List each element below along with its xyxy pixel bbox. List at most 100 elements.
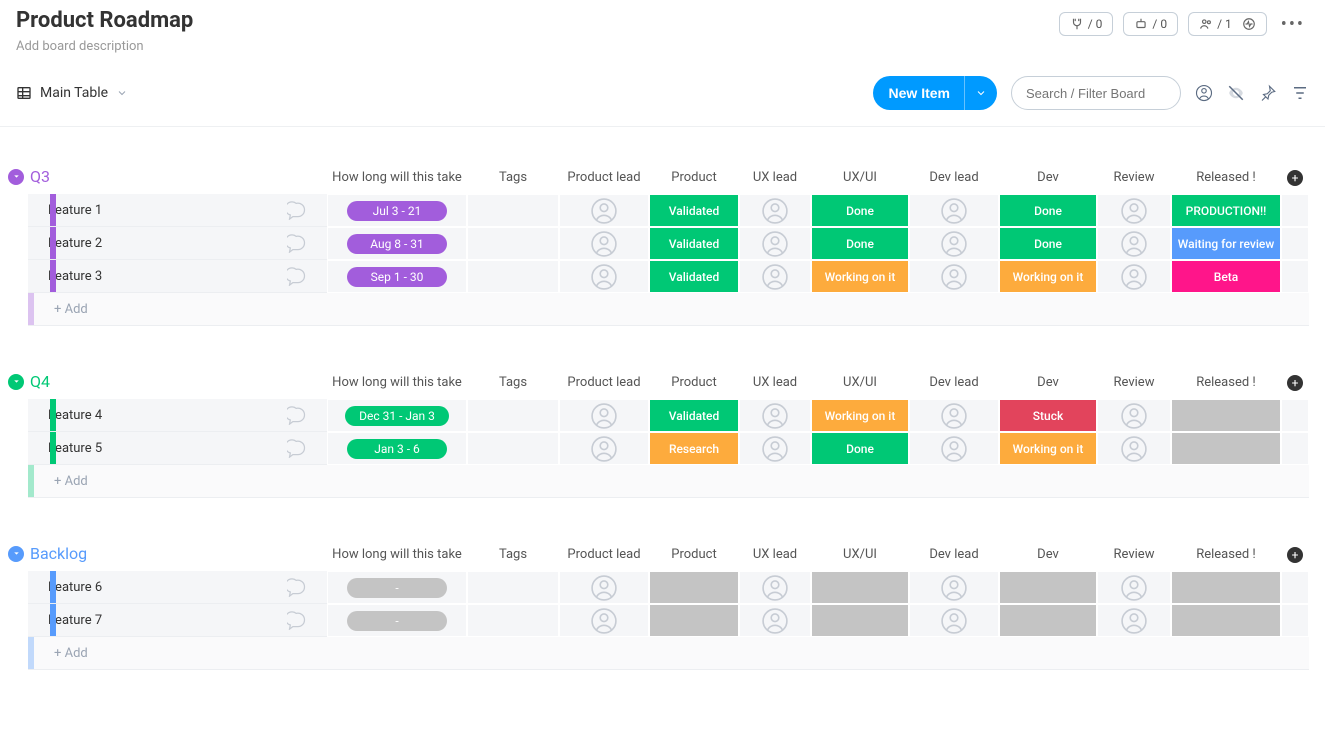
column-header[interactable]: Product [649, 170, 739, 186]
status-cell[interactable]: Done [1000, 195, 1096, 226]
column-header[interactable]: Dev lead [909, 375, 999, 391]
column-header[interactable]: Product [649, 547, 739, 563]
header-badge-1[interactable]: / 0 [1059, 12, 1114, 36]
person-cell[interactable] [559, 432, 649, 465]
status-cell[interactable] [650, 572, 738, 603]
status-cell[interactable] [812, 572, 908, 603]
person-cell[interactable] [739, 571, 811, 604]
column-header[interactable]: UX/UI [811, 547, 909, 563]
group-collapse[interactable] [8, 374, 24, 390]
new-item-dropdown[interactable] [964, 76, 997, 110]
status-cell[interactable] [1172, 605, 1280, 636]
group-title[interactable]: Q4 [30, 372, 50, 391]
column-header[interactable]: Product lead [559, 547, 649, 563]
column-header[interactable]: UX/UI [811, 170, 909, 186]
person-cell[interactable] [559, 571, 649, 604]
tags-cell[interactable] [467, 604, 559, 637]
person-cell[interactable] [739, 194, 811, 227]
board-description[interactable]: Add board description [16, 39, 193, 54]
add-item[interactable]: + Add [28, 465, 352, 498]
new-item-button[interactable]: New Item [873, 76, 997, 110]
status-cell[interactable]: Working on it [1000, 261, 1096, 292]
status-cell[interactable]: PRODUCTION!! [1172, 195, 1280, 226]
status-cell[interactable]: Validated [650, 400, 738, 431]
item-name[interactable]: Feature 5 [28, 432, 327, 465]
item-name[interactable]: Feature 4 [28, 399, 327, 432]
comment-icon[interactable] [287, 438, 307, 458]
column-header[interactable]: Review [1097, 375, 1171, 391]
timeline-pill[interactable]: Aug 8 - 31 [347, 234, 447, 254]
status-cell[interactable]: Validated [650, 228, 738, 259]
person-cell[interactable] [909, 571, 999, 604]
status-cell[interactable]: Beta [1172, 261, 1280, 292]
tags-cell[interactable] [467, 260, 559, 293]
person-cell[interactable] [559, 194, 649, 227]
add-column-button[interactable]: + [1287, 547, 1303, 563]
person-cell[interactable] [1097, 260, 1171, 293]
tags-cell[interactable] [467, 399, 559, 432]
status-cell[interactable] [1000, 605, 1096, 636]
comment-icon[interactable] [287, 200, 307, 220]
group-title[interactable]: Q3 [30, 167, 50, 186]
status-cell[interactable]: Done [812, 228, 908, 259]
person-cell[interactable] [909, 260, 999, 293]
column-header[interactable]: Product lead [559, 375, 649, 391]
status-cell[interactable]: Research [650, 433, 738, 464]
column-header[interactable]: Dev [999, 170, 1097, 186]
status-cell[interactable] [1000, 572, 1096, 603]
person-cell[interactable] [739, 604, 811, 637]
person-cell[interactable] [1097, 227, 1171, 260]
tags-cell[interactable] [467, 227, 559, 260]
person-cell[interactable] [559, 604, 649, 637]
person-cell[interactable] [1097, 399, 1171, 432]
search-input[interactable] [1011, 76, 1181, 110]
eye-off-icon[interactable] [1227, 84, 1245, 102]
header-badge-2[interactable]: / 0 [1123, 12, 1178, 36]
column-header[interactable]: Product lead [559, 170, 649, 186]
person-cell[interactable] [909, 399, 999, 432]
filter-icon[interactable] [1291, 84, 1309, 102]
person-cell[interactable] [1097, 571, 1171, 604]
person-cell[interactable] [559, 227, 649, 260]
status-cell[interactable]: Working on it [1000, 433, 1096, 464]
status-cell[interactable]: Validated [650, 261, 738, 292]
status-cell[interactable] [812, 605, 908, 636]
status-cell[interactable] [1172, 572, 1280, 603]
status-cell[interactable] [1172, 433, 1280, 464]
person-cell[interactable] [739, 399, 811, 432]
column-header[interactable]: Dev [999, 375, 1097, 391]
column-header[interactable]: UX/UI [811, 375, 909, 391]
column-header[interactable]: Tags [467, 170, 559, 186]
person-cell[interactable] [739, 227, 811, 260]
column-header[interactable]: Tags [467, 547, 559, 563]
person-cell[interactable] [739, 432, 811, 465]
add-item[interactable]: + Add [28, 637, 352, 670]
column-header[interactable]: UX lead [739, 170, 811, 186]
person-cell[interactable] [909, 194, 999, 227]
column-header[interactable]: Product [649, 375, 739, 391]
timeline-pill[interactable]: - [347, 611, 447, 631]
comment-icon[interactable] [287, 266, 307, 286]
status-cell[interactable]: Done [1000, 228, 1096, 259]
group-title[interactable]: Backlog [30, 544, 87, 563]
person-cell[interactable] [1097, 432, 1171, 465]
comment-icon[interactable] [287, 405, 307, 425]
status-cell[interactable]: Validated [650, 195, 738, 226]
item-name[interactable]: Feature 7 [28, 604, 327, 637]
person-cell[interactable] [1097, 194, 1171, 227]
person-cell[interactable] [909, 227, 999, 260]
person-cell[interactable] [909, 432, 999, 465]
status-cell[interactable] [1172, 400, 1280, 431]
more-options[interactable]: ••• [1277, 14, 1309, 35]
add-column-button[interactable]: + [1287, 170, 1303, 186]
item-name[interactable]: Feature 6 [28, 571, 327, 604]
person-cell[interactable] [559, 399, 649, 432]
status-cell[interactable]: Waiting for review [1172, 228, 1280, 259]
item-name[interactable]: Feature 1 [28, 194, 327, 227]
header-badge-3[interactable]: / 1 [1188, 12, 1267, 36]
person-cell[interactable] [739, 260, 811, 293]
add-item[interactable]: + Add [28, 293, 352, 326]
column-header[interactable]: Review [1097, 547, 1171, 563]
timeline-pill[interactable]: Dec 31 - Jan 3 [345, 406, 449, 426]
tags-cell[interactable] [467, 571, 559, 604]
